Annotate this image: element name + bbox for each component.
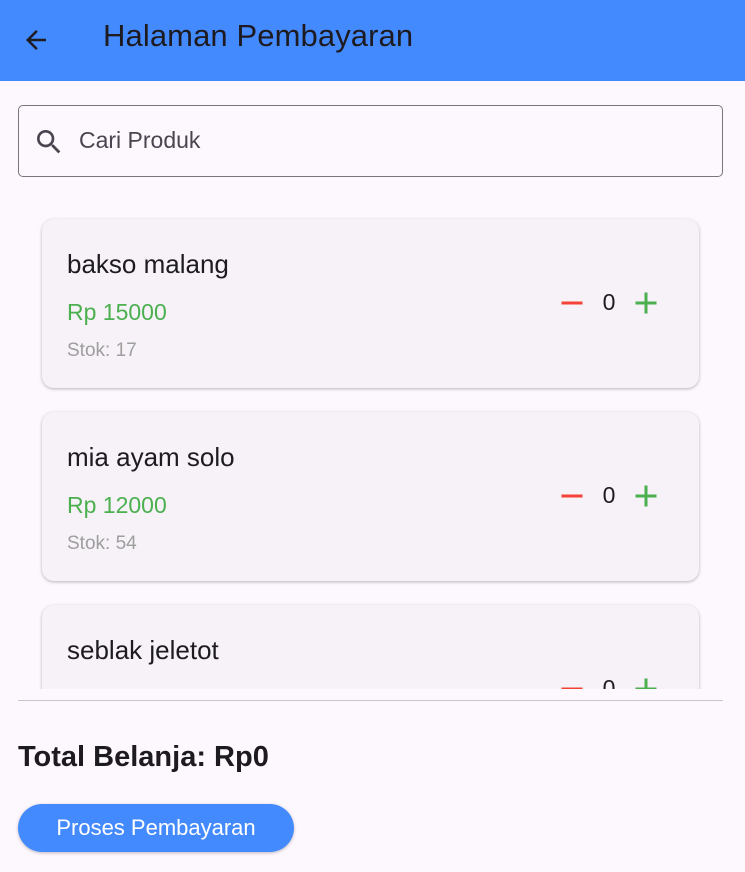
quantity-stepper: 0 [554,671,674,689]
total-label: Total Belanja: Rp0 [18,741,269,773]
plus-icon [635,292,657,314]
quantity-value: 0 [602,675,616,689]
page-title: Halaman Pembayaran [103,18,414,53]
process-payment-button[interactable]: Proses Pembayaran [18,804,294,852]
product-list[interactable]: bakso malang Rp 15000 Stok: 17 0 mia aya… [0,200,745,689]
product-stock: Stok: 17 [67,340,137,361]
minus-icon [561,494,583,498]
increase-button[interactable] [628,285,664,321]
minus-icon [561,687,583,689]
quantity-stepper: 0 [554,478,674,514]
search-input[interactable] [79,106,699,175]
product-price: Rp 12000 [67,492,167,518]
increase-button[interactable] [628,671,664,689]
app-bar: Halaman Pembayaran [0,0,745,81]
product-card: seblak jeletot 0 [42,605,699,689]
product-price: Rp 15000 [67,299,167,325]
decrease-button[interactable] [554,478,590,514]
plus-icon [635,485,657,507]
product-stock: Stok: 54 [67,533,137,554]
divider [18,700,723,701]
decrease-button[interactable] [554,671,590,689]
decrease-button[interactable] [554,285,590,321]
product-card: bakso malang Rp 15000 Stok: 17 0 [42,219,699,388]
quantity-stepper: 0 [554,285,674,321]
back-button[interactable] [14,22,58,58]
quantity-value: 0 [602,482,616,508]
product-name: bakso malang [67,249,229,279]
arrow-back-icon [26,30,46,50]
product-name: seblak jeletot [67,635,219,665]
plus-icon [635,678,657,689]
quantity-value: 0 [602,289,616,315]
increase-button[interactable] [628,478,664,514]
search-field[interactable] [18,105,723,177]
minus-icon [561,301,583,305]
product-name: mia ayam solo [67,442,235,472]
search-icon [37,130,61,154]
product-card: mia ayam solo Rp 12000 Stok: 54 0 [42,412,699,581]
